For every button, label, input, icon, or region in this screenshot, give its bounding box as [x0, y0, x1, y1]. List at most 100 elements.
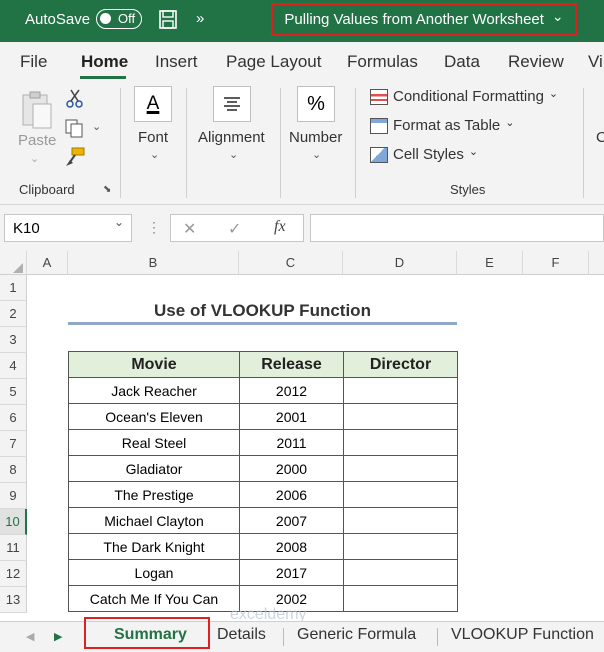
- row-header[interactable]: 1: [0, 275, 27, 301]
- row-header[interactable]: 12: [0, 561, 27, 587]
- row-header[interactable]: 4: [0, 353, 27, 379]
- row-header[interactable]: 5: [0, 379, 27, 405]
- movie-cell[interactable]: The Dark Knight: [68, 533, 240, 560]
- paste-icon[interactable]: [19, 90, 55, 130]
- autosave-toggle[interactable]: Off: [96, 9, 142, 29]
- movie-cell[interactable]: Catch Me If You Can: [68, 585, 240, 612]
- format-as-table-button[interactable]: Format as Table ⌄: [370, 117, 515, 134]
- director-cell[interactable]: [343, 455, 458, 482]
- autosave-label: AutoSave: [25, 11, 91, 28]
- row-header[interactable]: 6: [0, 405, 27, 431]
- number-chevron-icon[interactable]: ⌄: [312, 148, 321, 161]
- table-header-row: Movie Release Director: [68, 351, 458, 378]
- release-cell[interactable]: 2011: [239, 429, 344, 456]
- row-header[interactable]: 7: [0, 431, 27, 457]
- header-release[interactable]: Release: [239, 351, 344, 378]
- document-title[interactable]: Pulling Values from Another Worksheet ⌄: [271, 3, 577, 36]
- release-cell[interactable]: 2017: [239, 559, 344, 586]
- release-cell[interactable]: 2000: [239, 455, 344, 482]
- movie-cell[interactable]: Gladiator: [68, 455, 240, 482]
- font-chevron-icon[interactable]: ⌄: [150, 148, 159, 161]
- column-header-c[interactable]: C: [239, 251, 343, 275]
- row-header-active[interactable]: 10: [0, 509, 27, 535]
- release-cell[interactable]: 2001: [239, 403, 344, 430]
- row-header[interactable]: 2: [0, 301, 27, 327]
- number-button[interactable]: %: [297, 86, 335, 122]
- movie-cell[interactable]: Ocean's Eleven: [68, 403, 240, 430]
- tab-home[interactable]: Home: [81, 52, 128, 72]
- alignment-label: Alignment: [198, 129, 265, 146]
- cancel-icon[interactable]: ✕: [183, 219, 196, 239]
- column-header-d[interactable]: D: [343, 251, 457, 275]
- column-header-e[interactable]: E: [457, 251, 523, 275]
- director-cell[interactable]: [343, 559, 458, 586]
- sheet-tab-vlookup-function[interactable]: VLOOKUP Function: [451, 626, 594, 644]
- title-bar: AutoSave Off » Pulling Values from Anoth…: [0, 0, 604, 42]
- conditional-formatting-button[interactable]: Conditional Formatting ⌄: [370, 88, 558, 105]
- dialog-launcher-icon[interactable]: ⬊: [103, 184, 111, 195]
- cut-icon[interactable]: [66, 88, 84, 108]
- column-header-g[interactable]: [589, 251, 604, 275]
- tab-page-layout[interactable]: Page Layout: [226, 52, 321, 72]
- sheet-tab-generic-formula[interactable]: Generic Formula: [297, 626, 416, 644]
- styles-group-label: Styles: [450, 182, 486, 197]
- movie-cell[interactable]: The Prestige: [68, 481, 240, 508]
- movie-cell[interactable]: Jack Reacher: [68, 377, 240, 404]
- font-button[interactable]: A: [134, 86, 172, 122]
- release-cell[interactable]: 2007: [239, 507, 344, 534]
- name-box[interactable]: K10 ⌄: [4, 214, 132, 242]
- more-commands-icon[interactable]: »: [196, 10, 204, 27]
- table-row: Michael Clayton 2007: [68, 507, 458, 534]
- row-header[interactable]: 9: [0, 483, 27, 509]
- row-header[interactable]: 13: [0, 587, 27, 613]
- tab-view[interactable]: Vi: [588, 52, 603, 72]
- number-label: Number: [289, 129, 343, 146]
- director-cell[interactable]: [343, 533, 458, 560]
- select-all-corner[interactable]: [0, 251, 27, 275]
- sheet-tab-details[interactable]: Details: [217, 626, 266, 644]
- font-color-icon: A: [146, 93, 160, 114]
- row-header[interactable]: 8: [0, 457, 27, 483]
- row-header[interactable]: 3: [0, 327, 27, 353]
- movie-cell[interactable]: Michael Clayton: [68, 507, 240, 534]
- scroll-right-icon[interactable]: ▶: [54, 630, 62, 643]
- insert-function-icon[interactable]: fx: [274, 218, 286, 236]
- save-icon[interactable]: [159, 10, 177, 29]
- tab-data[interactable]: Data: [444, 52, 480, 72]
- header-director[interactable]: Director: [343, 351, 458, 378]
- row-header[interactable]: 11: [0, 535, 27, 561]
- formula-input[interactable]: [310, 214, 604, 242]
- enter-icon[interactable]: ✓: [228, 219, 241, 239]
- tab-insert[interactable]: Insert: [155, 52, 198, 72]
- cell-styles-button[interactable]: Cell Styles ⌄: [370, 146, 478, 163]
- paste-chevron-icon[interactable]: ⌄: [30, 152, 39, 165]
- name-box-dropdown-icon[interactable]: ⌄: [114, 215, 124, 229]
- tab-file[interactable]: File: [20, 52, 47, 72]
- column-header-b[interactable]: B: [68, 251, 239, 275]
- copy-icon[interactable]: [64, 118, 84, 138]
- alignment-chevron-icon[interactable]: ⌄: [229, 148, 238, 161]
- release-cell[interactable]: 2008: [239, 533, 344, 560]
- alignment-button[interactable]: [213, 86, 251, 122]
- release-cell[interactable]: 2012: [239, 377, 344, 404]
- header-movie[interactable]: Movie: [68, 351, 240, 378]
- release-cell[interactable]: 2006: [239, 481, 344, 508]
- formula-bar: K10 ⌄ ⋮ ✕ ✓ fx: [0, 205, 604, 251]
- director-cell[interactable]: [343, 377, 458, 404]
- column-header-a[interactable]: A: [27, 251, 68, 275]
- director-cell[interactable]: [343, 585, 458, 612]
- director-cell[interactable]: [343, 507, 458, 534]
- scroll-left-icon[interactable]: ◀: [26, 630, 34, 643]
- paste-button[interactable]: Paste: [18, 132, 56, 149]
- column-header-f[interactable]: F: [523, 251, 589, 275]
- movie-cell[interactable]: Logan: [68, 559, 240, 586]
- director-cell[interactable]: [343, 481, 458, 508]
- copy-chevron-icon[interactable]: ⌄: [92, 120, 101, 133]
- director-cell[interactable]: [343, 403, 458, 430]
- format-as-table-label: Format as Table: [393, 117, 501, 134]
- movie-cell[interactable]: Real Steel: [68, 429, 240, 456]
- format-painter-icon[interactable]: [64, 146, 86, 168]
- tab-review[interactable]: Review: [508, 52, 564, 72]
- director-cell[interactable]: [343, 429, 458, 456]
- tab-formulas[interactable]: Formulas: [347, 52, 418, 72]
